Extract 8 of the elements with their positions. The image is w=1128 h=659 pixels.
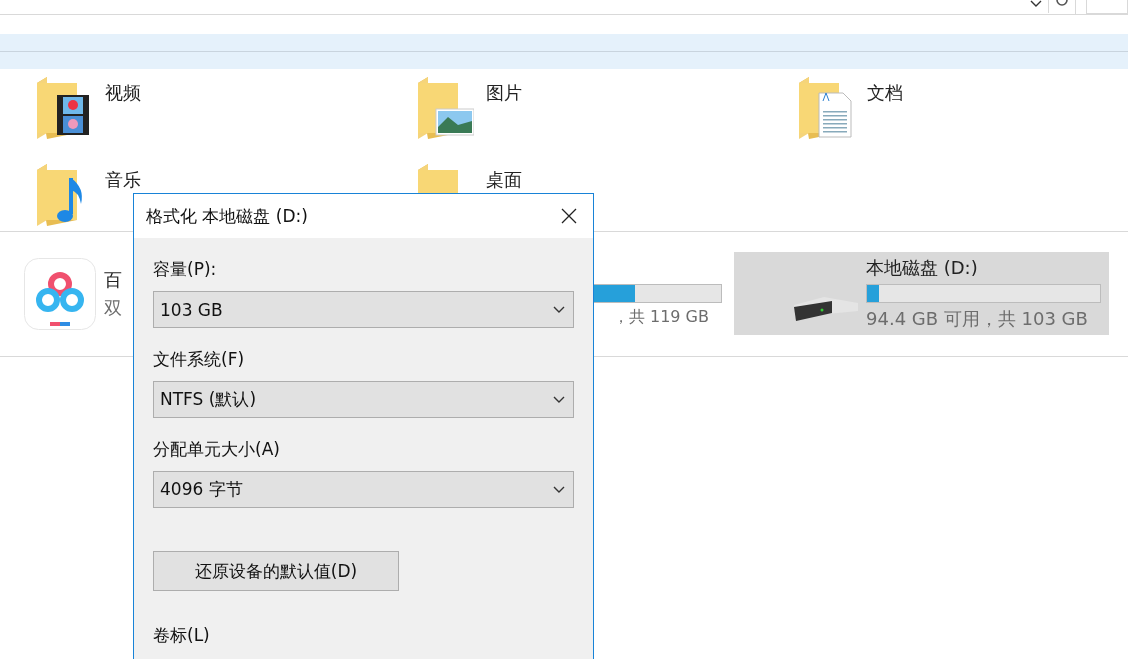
dialog-title: 格式化 本地磁盘 (D:) [146, 204, 308, 228]
field-label: 卷标(L) [153, 624, 211, 647]
drive-usage: ，共 119 GB [612, 307, 709, 328]
field-label: 容量(P): [153, 258, 218, 281]
field-label: 文件系统(F) [153, 348, 246, 371]
drive-usage: 94.4 GB 可用，共 103 GB [866, 307, 1088, 331]
drive-name: 本地磁盘 (D:) [866, 256, 979, 280]
field-label: 分配单元大小(A) [153, 438, 281, 461]
